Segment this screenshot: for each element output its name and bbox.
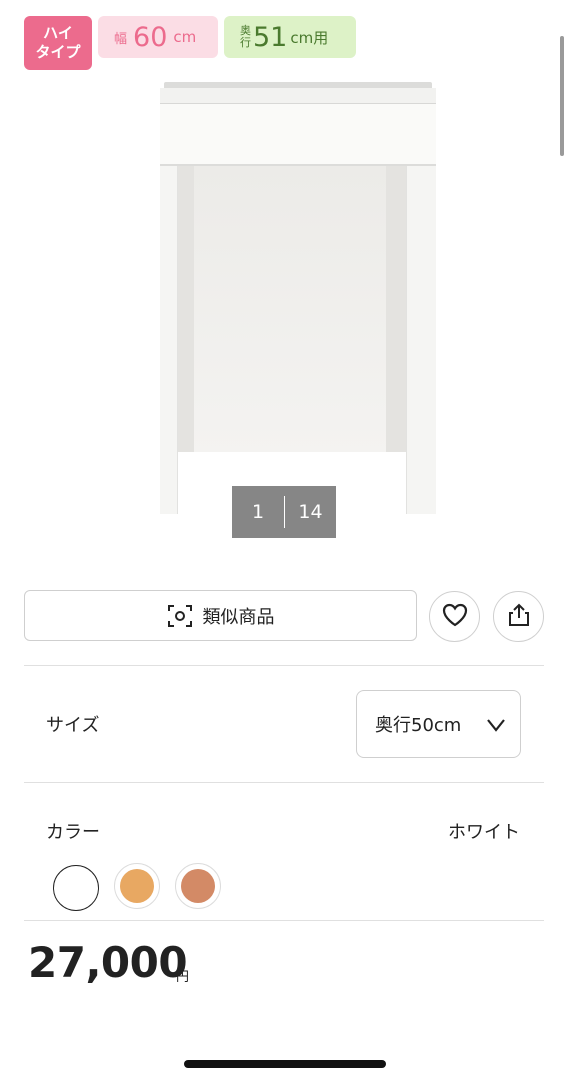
color-swatch-orange-dot xyxy=(120,869,154,903)
similar-products-button[interactable]: 類似商品 xyxy=(24,590,417,641)
color-swatch-brown[interactable] xyxy=(175,863,221,909)
color-label: カラー xyxy=(46,822,100,843)
color-swatch-white[interactable] xyxy=(53,865,99,911)
cabinet-side-left xyxy=(160,166,178,514)
high-type-badge-line2: タイプ xyxy=(35,43,81,61)
image-counter-total: 14 xyxy=(298,501,323,523)
width-badge-prefix: 幅 xyxy=(114,31,128,47)
depth-badge: 奥 行 51 cm用 xyxy=(224,16,356,58)
depth-badge-unit: cm用 xyxy=(290,28,329,47)
color-swatch-orange[interactable] xyxy=(114,863,160,909)
share-icon xyxy=(506,602,532,632)
depth-badge-prefix: 奥 行 xyxy=(240,25,251,49)
image-counter-current: 1 xyxy=(251,501,265,523)
product-image[interactable] xyxy=(160,82,436,514)
scan-icon xyxy=(167,603,193,629)
size-label: サイズ xyxy=(46,715,100,736)
cabinet-inner-left xyxy=(178,166,194,456)
favorite-button[interactable] xyxy=(429,591,480,642)
high-type-badge: ハイ タイプ xyxy=(24,16,92,70)
width-badge-unit: cm xyxy=(173,28,197,46)
share-button[interactable] xyxy=(493,591,544,642)
high-type-badge-line1: ハイ xyxy=(43,24,73,42)
cabinet-drawer xyxy=(160,104,436,166)
scrollbar[interactable] xyxy=(560,36,564,156)
divider xyxy=(24,665,544,666)
cabinet-side-right xyxy=(406,166,436,514)
cabinet-top-rail xyxy=(160,88,436,104)
cabinet-interior xyxy=(178,166,406,456)
size-select[interactable]: 奥行50cm xyxy=(356,690,521,758)
depth-badge-value: 51 xyxy=(253,21,288,53)
color-selected-value: ホワイト xyxy=(448,822,520,843)
width-badge: 幅 60 cm xyxy=(98,16,218,58)
color-swatch-brown-dot xyxy=(181,869,215,903)
divider xyxy=(24,920,544,921)
image-counter: 1 14 xyxy=(232,486,336,538)
home-indicator[interactable] xyxy=(184,1060,386,1068)
chevron-down-icon xyxy=(486,716,506,737)
heart-icon xyxy=(441,602,469,632)
cabinet-inner-right xyxy=(386,166,406,456)
width-badge-value: 60 xyxy=(133,21,168,53)
similar-products-label: 類似商品 xyxy=(202,606,275,628)
size-select-value: 奥行50cm xyxy=(375,715,462,736)
price-unit: 円 xyxy=(176,970,190,985)
price-value: 27,000 xyxy=(28,938,188,987)
depth-badge-prefix-bottom: 行 xyxy=(240,36,251,49)
divider xyxy=(24,782,544,783)
